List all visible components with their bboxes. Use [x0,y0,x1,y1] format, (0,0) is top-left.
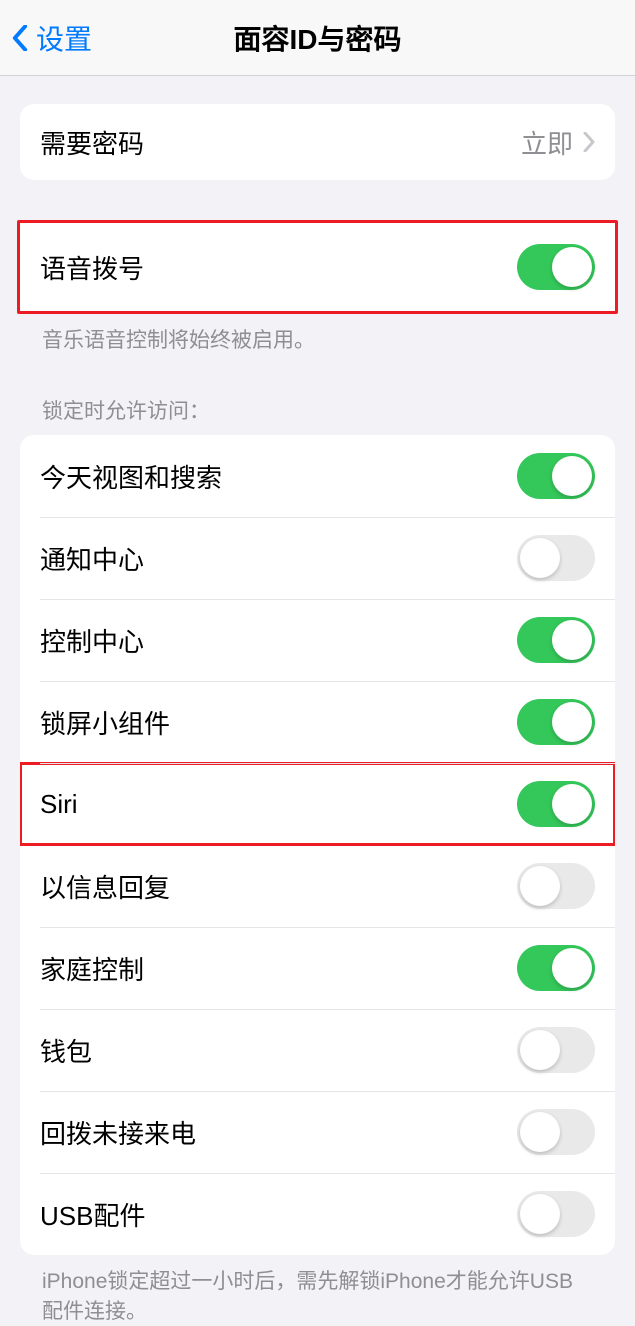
wallet-row[interactable]: 钱包 [20,1009,615,1091]
chevron-right-icon [583,132,595,152]
notification-center-toggle[interactable] [517,535,595,581]
siri-row[interactable]: Siri [20,763,615,845]
reply-message-row[interactable]: 以信息回复 [20,845,615,927]
highlight-voice-dial: 语音拨号 [17,220,618,314]
notification-center-label: 通知中心 [40,540,144,577]
voice-dial-label: 语音拨号 [40,249,144,286]
passcode-group: 需要密码 立即 [20,104,615,180]
back-label: 设置 [36,18,92,58]
today-view-toggle[interactable] [517,453,595,499]
wallet-toggle[interactable] [517,1027,595,1073]
home-control-label: 家庭控制 [40,950,144,987]
today-view-row[interactable]: 今天视图和搜索 [20,435,615,517]
notification-center-row[interactable]: 通知中心 [20,517,615,599]
siri-toggle[interactable] [517,781,595,827]
control-center-label: 控制中心 [40,622,144,659]
usb-accessories-label: USB配件 [40,1196,145,1233]
page-title: 面容ID与密码 [0,18,635,58]
nav-bar: 设置 面容ID与密码 [0,0,635,76]
require-passcode-label: 需要密码 [40,124,144,161]
locked-access-group: 今天视图和搜索 通知中心 控制中心 锁屏小组件 Siri 以信息回复 家庭控制 [20,435,615,1255]
voice-dial-row[interactable]: 语音拨号 [20,223,615,311]
reply-message-label: 以信息回复 [40,868,170,905]
usb-accessories-toggle[interactable] [517,1191,595,1237]
return-missed-calls-toggle[interactable] [517,1109,595,1155]
voice-dial-footer: 音乐语音控制将始终被启用。 [20,314,615,355]
lock-screen-widgets-row[interactable]: 锁屏小组件 [20,681,615,763]
require-passcode-value: 立即 [521,124,573,161]
require-passcode-row[interactable]: 需要密码 立即 [20,104,615,180]
locked-access-footer: iPhone锁定超过一小时后，需先解锁iPhone才能允许USB配件连接。 [20,1255,615,1326]
lock-screen-widgets-toggle[interactable] [517,699,595,745]
home-control-row[interactable]: 家庭控制 [20,927,615,1009]
control-center-toggle[interactable] [517,617,595,663]
voice-dial-toggle[interactable] [517,244,595,290]
return-missed-calls-row[interactable]: 回拨未接来电 [20,1091,615,1173]
siri-label: Siri [40,789,78,820]
home-control-toggle[interactable] [517,945,595,991]
back-button[interactable]: 设置 [0,18,92,58]
wallet-label: 钱包 [40,1032,92,1069]
locked-access-header: 锁定时允许访问： [20,395,615,435]
usb-accessories-row[interactable]: USB配件 [20,1173,615,1255]
return-missed-calls-label: 回拨未接来电 [40,1114,196,1151]
lock-screen-widgets-label: 锁屏小组件 [40,704,170,741]
voice-dial-group: 语音拨号 [20,223,615,311]
reply-message-toggle[interactable] [517,863,595,909]
chevron-left-icon [12,25,28,51]
today-view-label: 今天视图和搜索 [40,458,222,495]
control-center-row[interactable]: 控制中心 [20,599,615,681]
